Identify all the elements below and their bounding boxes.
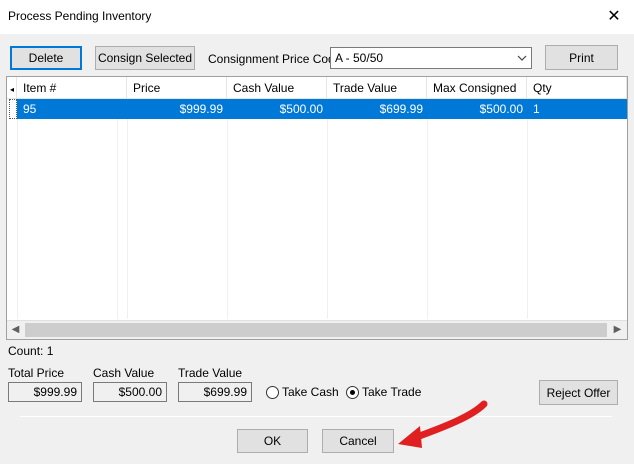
cell-spacer: [117, 99, 127, 119]
total-price-label: Total Price: [8, 366, 65, 380]
cell-max-consigned[interactable]: $500.00: [427, 99, 527, 119]
dialog-client: Delete Consign Selected Consignment Pric…: [0, 34, 634, 464]
footer-separator: [20, 416, 612, 417]
column-header-price[interactable]: Price: [127, 77, 227, 99]
cancel-button[interactable]: Cancel: [322, 429, 394, 453]
cell-price[interactable]: $999.99: [127, 99, 227, 119]
scrollbar-thumb[interactable]: [25, 323, 607, 337]
horizontal-scrollbar[interactable]: ◀ ▶: [7, 320, 627, 339]
trade-value-field: $699.99: [178, 382, 252, 402]
delete-button[interactable]: Delete: [10, 46, 82, 70]
row-selector-header: ◂: [7, 77, 17, 99]
window-title: Process Pending Inventory: [8, 9, 152, 23]
column-header-qty[interactable]: Qty: [527, 77, 627, 99]
cash-value-label: Cash Value: [93, 366, 155, 380]
cell-cash-value[interactable]: $500.00: [227, 99, 327, 119]
column-header-max-consigned[interactable]: Max Consigned: [427, 77, 527, 99]
consignment-price-code-label: Consignment Price Code: [208, 52, 342, 66]
count-label: Count: 1: [8, 344, 54, 358]
trade-value-label: Trade Value: [178, 366, 243, 380]
price-code-select[interactable]: A - 50/50: [330, 47, 532, 69]
take-cash-label: Take Cash: [282, 385, 339, 399]
scroll-right-icon[interactable]: ▶: [609, 321, 626, 339]
radio-checked-icon[interactable]: [346, 385, 359, 399]
close-icon[interactable]: ✕: [604, 7, 624, 27]
chevron-down-icon[interactable]: [513, 48, 531, 68]
inventory-grid[interactable]: ◂ Item # Price Cash Value Trade Value Ma…: [6, 76, 628, 340]
title-bar: Process Pending Inventory ✕: [0, 0, 634, 34]
grid-header: ◂ Item # Price Cash Value Trade Value Ma…: [7, 77, 627, 99]
annotation-arrow-icon: [398, 400, 488, 448]
ok-button[interactable]: OK: [237, 429, 308, 453]
row-selector[interactable]: [9, 99, 17, 119]
take-trade-radio[interactable]: Take Trade: [346, 385, 421, 399]
cell-qty[interactable]: 1: [527, 99, 627, 119]
price-code-value: A - 50/50: [335, 51, 384, 65]
take-trade-label: Take Trade: [362, 385, 422, 399]
reject-offer-button[interactable]: Reject Offer: [539, 380, 618, 405]
cell-item[interactable]: 95: [17, 99, 117, 119]
column-header-trade-value[interactable]: Trade Value: [327, 77, 427, 99]
column-header-cash-value[interactable]: Cash Value: [227, 77, 327, 99]
consign-selected-button[interactable]: Consign Selected: [95, 46, 195, 70]
cash-value-field: $500.00: [93, 382, 167, 402]
table-row[interactable]: 95 $999.99 $500.00 $699.99 $500.00 1: [7, 99, 627, 119]
total-price-field: $999.99: [8, 382, 82, 402]
take-cash-radio[interactable]: Take Cash: [266, 385, 339, 399]
print-button[interactable]: Print: [545, 45, 618, 70]
cell-trade-value[interactable]: $699.99: [327, 99, 427, 119]
radio-unchecked-icon[interactable]: [266, 385, 279, 399]
scroll-left-icon[interactable]: ◀: [7, 321, 24, 339]
column-header-item[interactable]: Item #: [17, 77, 127, 99]
